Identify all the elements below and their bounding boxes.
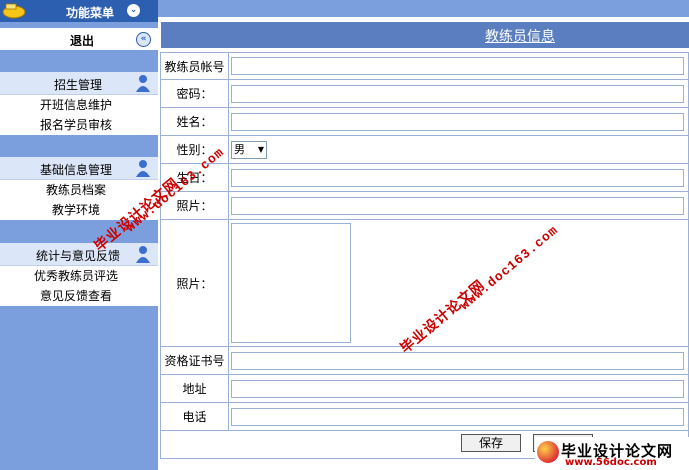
- menu-group-enrollment: 招生管理 开班信息维护 报名学员审核: [0, 72, 158, 135]
- menu-title: 功能菜单: [66, 6, 115, 20]
- person-icon: [136, 160, 150, 177]
- top-bar: [158, 0, 689, 17]
- field-label: 姓名：: [159, 107, 230, 136]
- footer-brand: 毕业设计论文网 www.56doc.com: [535, 437, 689, 470]
- page-title[interactable]: 教练员信息: [485, 26, 555, 46]
- chevron-down-icon[interactable]: ⌄: [126, 3, 141, 18]
- photo-preview: [231, 223, 352, 343]
- account-input[interactable]: [231, 57, 685, 75]
- field-label: 电话: [159, 402, 230, 431]
- cert-input[interactable]: [231, 351, 685, 370]
- brand-url: www.56doc.com: [565, 457, 657, 468]
- logout-label[interactable]: 退出: [70, 32, 94, 49]
- menu-group-title[interactable]: 基础信息管理: [40, 161, 112, 178]
- field-label: 资格证书号: [159, 346, 230, 375]
- menu-item-class-info[interactable]: 开班信息维护: [0, 95, 158, 115]
- title-bar: 教练员信息: [161, 22, 689, 48]
- phone-input[interactable]: [231, 407, 685, 426]
- gender-select[interactable]: 男 ▼: [231, 140, 268, 159]
- address-input[interactable]: [231, 379, 685, 398]
- person-icon: [136, 75, 150, 92]
- photo-upload-input[interactable]: [231, 196, 685, 215]
- menu-header: 功能菜单 ⌄: [0, 0, 158, 22]
- person-icon: [136, 246, 150, 263]
- field-label: 密码：: [159, 79, 230, 108]
- name-input[interactable]: [231, 112, 685, 131]
- folder-icon: [2, 3, 26, 19]
- double-chevron-left-icon[interactable]: «: [136, 32, 151, 47]
- password-input[interactable]: [231, 84, 685, 103]
- sidebar: 功能菜单 ⌄ 退出 « 招生管理 开班信息维护 报名学员审核 基础信息管理 教练…: [0, 0, 158, 470]
- menu-group-header[interactable]: 招生管理: [0, 72, 158, 95]
- brand-logo-icon: [537, 441, 559, 463]
- birthday-input[interactable]: [231, 168, 685, 187]
- menu-group-stats-feedback: 统计与意见反馈 优秀教练员评选 意见反馈查看: [0, 243, 158, 306]
- menu-item-best-coach[interactable]: 优秀教练员评选: [0, 266, 158, 286]
- field-label: 教练员帐号: [159, 52, 230, 80]
- menu-group-header[interactable]: 基础信息管理: [0, 157, 158, 180]
- menu-item-coach-files[interactable]: 教练员档案: [0, 180, 158, 200]
- menu-item-review-students[interactable]: 报名学员审核: [0, 115, 158, 135]
- field-label: 照片：: [159, 219, 230, 347]
- field-label: 地址: [159, 374, 230, 403]
- save-button[interactable]: 保存: [461, 434, 521, 452]
- coach-form: 教练员帐号 密码： 姓名： 性别： 男 ▼ 生日： 照片： 照片： 资格证书号 …: [159, 52, 689, 431]
- dropdown-arrow-icon[interactable]: ▼: [258, 142, 264, 158]
- logout-row[interactable]: 退出 «: [0, 28, 158, 50]
- menu-item-feedback[interactable]: 意见反馈查看: [0, 286, 158, 306]
- menu-group-header[interactable]: 统计与意见反馈: [0, 243, 158, 266]
- gender-value: 男: [234, 142, 246, 156]
- menu-group-title[interactable]: 招生管理: [54, 76, 102, 93]
